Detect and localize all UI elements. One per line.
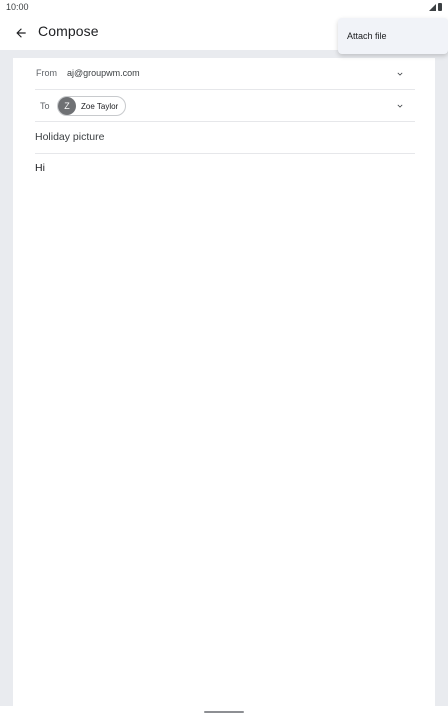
status-icons bbox=[429, 3, 442, 11]
signal-icon bbox=[429, 4, 436, 11]
recipient-name: Zoe Taylor bbox=[81, 101, 119, 111]
gesture-handle[interactable] bbox=[204, 711, 244, 713]
status-bar: 10:00 bbox=[0, 0, 448, 14]
from-value: aj@groupwm.com bbox=[67, 68, 140, 78]
from-label: From bbox=[36, 68, 57, 78]
from-row[interactable]: From aj@groupwm.com bbox=[35, 58, 415, 90]
recipient-chip[interactable]: Z Zoe Taylor bbox=[57, 96, 127, 116]
body-field[interactable]: Hi bbox=[35, 162, 415, 174]
compose-card: From aj@groupwm.com To Z Zoe Taylor Holi… bbox=[13, 58, 435, 710]
menu-item-attach-file[interactable]: Attach file bbox=[338, 18, 448, 54]
to-row[interactable]: To Z Zoe Taylor bbox=[35, 90, 415, 122]
arrow-back-icon bbox=[16, 28, 26, 38]
chevron-down-icon[interactable] bbox=[395, 69, 405, 79]
avatar: Z bbox=[58, 97, 76, 115]
overflow-menu: Attach file bbox=[338, 18, 448, 54]
status-time: 10:00 bbox=[6, 2, 29, 12]
back-button[interactable] bbox=[10, 22, 32, 44]
to-label: To bbox=[40, 101, 50, 111]
page-title: Compose bbox=[38, 23, 99, 39]
subject-row[interactable]: Holiday picture bbox=[35, 122, 415, 154]
battery-icon bbox=[438, 3, 442, 11]
subject-field[interactable]: Holiday picture bbox=[35, 131, 104, 143]
chevron-down-icon[interactable] bbox=[395, 101, 405, 111]
navigation-bar bbox=[0, 706, 448, 716]
